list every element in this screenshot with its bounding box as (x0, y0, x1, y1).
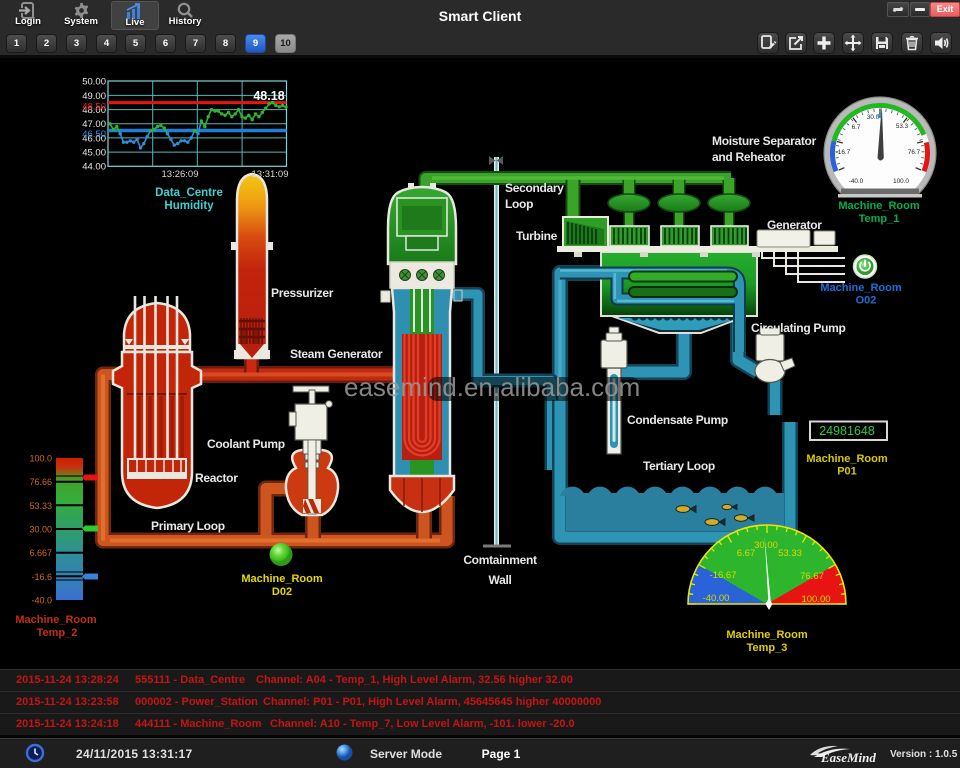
svg-text:100.00: 100.00 (801, 594, 830, 605)
svg-text:50.00: 50.00 (82, 77, 106, 88)
svg-text:Wall: Wall (488, 573, 511, 587)
svg-text:Generator: Generator (767, 218, 822, 232)
svg-text:76.67: 76.67 (800, 571, 824, 582)
svg-text:-40.0: -40.0 (849, 178, 864, 185)
svg-text:Reactor: Reactor (195, 471, 238, 485)
svg-text:Machine_Room: Machine_Room (838, 200, 920, 212)
svg-text:EaseMind: EaseMind (820, 750, 876, 765)
svg-text:Temp_3: Temp_3 (747, 642, 788, 654)
svg-text:30.0: 30.0 (867, 114, 880, 121)
svg-text:13:26:09: 13:26:09 (162, 169, 199, 180)
svg-text:Secondary: Secondary (505, 181, 564, 195)
svg-text:Coolant Pump: Coolant Pump (207, 437, 285, 451)
svg-text:53.3: 53.3 (896, 123, 909, 130)
svg-text:45.00: 45.00 (82, 148, 106, 159)
svg-text:easemind.en.alibaba.com: easemind.en.alibaba.com (344, 372, 640, 402)
svg-text:-16.67: -16.67 (710, 570, 737, 581)
svg-text:13:31:09: 13:31:09 (252, 169, 289, 180)
svg-text:46.50: 46.50 (82, 129, 106, 140)
svg-text:48.50: 48.50 (82, 102, 106, 113)
svg-text:53.33: 53.33 (29, 501, 52, 511)
svg-text:49.00: 49.00 (82, 91, 106, 102)
svg-text:6.667: 6.667 (29, 548, 52, 558)
svg-text:76.7: 76.7 (908, 149, 921, 156)
svg-text:Data_Centre: Data_Centre (155, 187, 223, 199)
svg-text:48.18: 48.18 (253, 89, 284, 103)
svg-text:-40.0: -40.0 (31, 596, 52, 606)
svg-text:Moisture Separator: Moisture Separator (712, 134, 817, 148)
svg-text:D02: D02 (272, 586, 292, 598)
svg-text:53.33: 53.33 (778, 548, 802, 559)
svg-text:30.00: 30.00 (29, 525, 52, 535)
svg-text:100.0: 100.0 (893, 178, 909, 185)
svg-text:44.00: 44.00 (82, 162, 106, 173)
svg-text:6.67: 6.67 (737, 548, 756, 559)
svg-text:P01: P01 (837, 466, 857, 478)
svg-text:and Reheator: and Reheator (712, 150, 786, 164)
svg-text:76.66: 76.66 (29, 477, 52, 487)
svg-text:6.7: 6.7 (852, 124, 861, 131)
svg-text:-16.6: -16.6 (31, 572, 52, 582)
svg-text:Loop: Loop (505, 197, 533, 211)
svg-text:Machine_Room: Machine_Room (820, 282, 902, 294)
svg-text:-40.00: -40.00 (703, 593, 730, 604)
svg-text:Primary Loop: Primary Loop (151, 519, 225, 533)
svg-text:Machine_Room: Machine_Room (15, 614, 97, 626)
svg-text:Comtainment: Comtainment (463, 553, 537, 567)
svg-text:Machine_Room: Machine_Room (806, 453, 888, 465)
svg-text:Temp_2: Temp_2 (37, 627, 78, 639)
svg-text:O02: O02 (856, 295, 877, 307)
svg-text:30.00: 30.00 (754, 540, 778, 551)
svg-text:Machine_Room: Machine_Room (726, 629, 808, 641)
svg-text:Circulating Pump: Circulating Pump (751, 321, 846, 335)
svg-text:Turbine: Turbine (516, 229, 558, 243)
svg-text:-16.7: -16.7 (836, 149, 851, 156)
svg-text:Condensate Pump: Condensate Pump (627, 413, 728, 427)
svg-text:Machine_Room: Machine_Room (241, 573, 323, 585)
svg-text:24981648: 24981648 (819, 424, 875, 438)
svg-text:100.0: 100.0 (29, 454, 52, 464)
svg-text:Steam Generator: Steam Generator (290, 347, 383, 361)
svg-text:Pressurizer: Pressurizer (271, 286, 334, 300)
svg-text:Tertiary Loop: Tertiary Loop (643, 459, 715, 473)
svg-text:Temp_1: Temp_1 (859, 213, 900, 225)
svg-text:Humidity: Humidity (164, 200, 214, 212)
